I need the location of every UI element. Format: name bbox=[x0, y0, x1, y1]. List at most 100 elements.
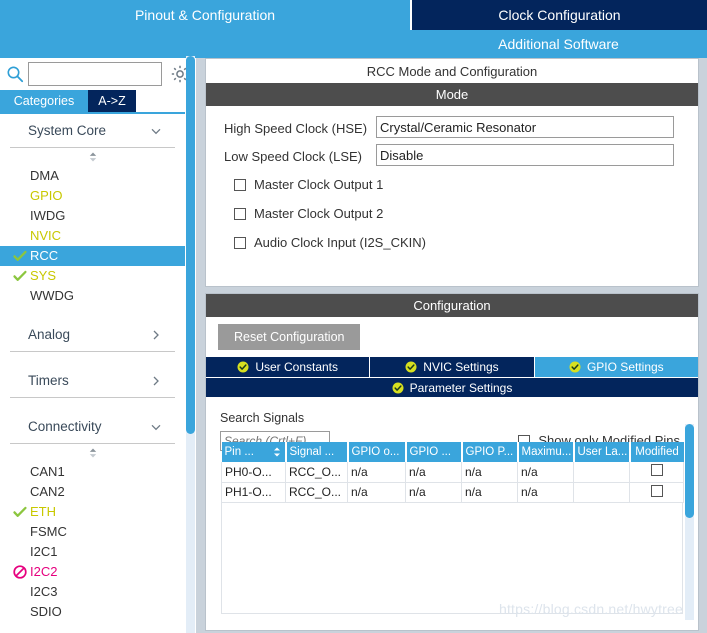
sidebar-item-fsmc[interactable]: FSMC bbox=[0, 522, 185, 542]
audio-clock-input-row[interactable]: Audio Clock Input (I2S_CKIN) bbox=[206, 228, 698, 257]
tab-user-constants[interactable]: User Constants bbox=[206, 357, 371, 377]
table-header-row: Pin ... Signal ... GPIO o... GPIO ... GP… bbox=[221, 442, 684, 462]
cell-signal: RCC_O... bbox=[285, 482, 348, 503]
sidebar-item-can1[interactable]: CAN1 bbox=[0, 462, 185, 482]
checkbox-icon[interactable] bbox=[650, 464, 663, 477]
configuration-tab-row-2: Parameter Settings bbox=[206, 377, 698, 397]
sidebar-item-i2c3[interactable]: I2C3 bbox=[0, 582, 185, 602]
sidebar-group-timers-label: Timers bbox=[28, 373, 69, 388]
audio-clock-input-label: Audio Clock Input (I2S_CKIN) bbox=[254, 235, 426, 250]
page-title: RCC Mode and Configuration bbox=[206, 59, 698, 83]
sidebar-item-gpio-label: GPIO bbox=[30, 188, 63, 203]
sort-arrow-icon[interactable] bbox=[272, 446, 282, 458]
sidebar-item-i2c3-label: I2C3 bbox=[30, 584, 58, 599]
reset-configuration-row: Reset Configuration bbox=[206, 317, 698, 357]
sidebar-item-can2[interactable]: CAN2 bbox=[0, 482, 185, 502]
tree-scroll-spinner[interactable] bbox=[0, 444, 185, 462]
tree-scroll-spinner[interactable] bbox=[0, 148, 185, 166]
cell-modified[interactable] bbox=[629, 462, 684, 483]
sidebar-item-rcc[interactable]: RCC bbox=[0, 246, 185, 266]
sidebar-item-nvic[interactable]: NVIC bbox=[0, 226, 185, 246]
peripheral-tree[interactable]: System Core DMA GPIO IWDG NVIC RCC SYS W… bbox=[0, 112, 185, 633]
column-header-pin-label: Pin ... bbox=[224, 446, 254, 458]
sidebar-item-i2c2[interactable]: I2C2 bbox=[0, 562, 185, 582]
tab-nvic-settings[interactable]: NVIC Settings bbox=[370, 357, 535, 377]
sidebar-item-wwdg[interactable]: WWDG bbox=[0, 286, 185, 306]
search-input[interactable] bbox=[28, 62, 162, 86]
sidebar-item-dma[interactable]: DMA bbox=[0, 166, 185, 186]
column-header-pin[interactable]: Pin ... bbox=[221, 442, 287, 462]
hse-value-field[interactable] bbox=[376, 116, 674, 138]
cell-maximum[interactable]: n/a bbox=[517, 462, 574, 483]
checkbox-icon[interactable] bbox=[234, 178, 246, 191]
master-clock-output-2-label: Master Clock Output 2 bbox=[254, 206, 384, 221]
cell-gpio-pull[interactable]: n/a bbox=[461, 462, 518, 483]
table-row[interactable]: PH0-O... RCC_O... n/a n/a n/a n/a bbox=[221, 462, 684, 483]
sidebar-item-eth[interactable]: ETH bbox=[0, 502, 185, 522]
column-header-modified[interactable]: Modified bbox=[629, 442, 684, 462]
column-header-maximum[interactable]: Maximu... bbox=[517, 442, 575, 462]
sidebar-item-i2c1[interactable]: I2C1 bbox=[0, 542, 185, 562]
tab-additional-software[interactable]: Additional Software bbox=[410, 30, 707, 58]
tab-pinout-configuration-label: Pinout & Configuration bbox=[134, 7, 276, 23]
cell-gpio-output[interactable]: n/a bbox=[347, 462, 406, 483]
table-row[interactable]: PH1-O... RCC_O... n/a n/a n/a n/a bbox=[221, 482, 684, 503]
search-icon bbox=[6, 65, 24, 83]
lse-field-row: Low Speed Clock (LSE) bbox=[206, 142, 698, 170]
tab-user-constants-label: User Constants bbox=[255, 360, 339, 374]
column-header-gpio-mode[interactable]: GPIO ... bbox=[405, 442, 463, 462]
rcc-mode-panel: RCC Mode and Configuration Mode High Spe… bbox=[205, 58, 699, 287]
checkbox-icon[interactable] bbox=[234, 236, 246, 249]
cell-gpio-output[interactable]: n/a bbox=[347, 482, 406, 503]
check-circle-icon bbox=[237, 361, 249, 373]
sidebar-group-system-core[interactable]: System Core bbox=[10, 114, 175, 148]
sidebar-mode-tabs: Categories A->Z bbox=[0, 90, 195, 112]
lse-value-field[interactable] bbox=[376, 144, 674, 166]
sidebar-item-iwdg[interactable]: IWDG bbox=[0, 206, 185, 226]
check-circle-icon bbox=[569, 361, 581, 373]
tab-a-to-z[interactable]: A->Z bbox=[88, 90, 136, 112]
tab-clock-configuration-label: Clock Configuration bbox=[498, 7, 621, 23]
column-header-signal[interactable]: Signal ... bbox=[285, 442, 349, 462]
cell-gpio-pull[interactable]: n/a bbox=[461, 482, 518, 503]
master-clock-output-2-row[interactable]: Master Clock Output 2 bbox=[206, 199, 698, 228]
pin-configuration-table[interactable]: Pin ... Signal ... GPIO o... GPIO ... GP… bbox=[221, 442, 684, 503]
master-clock-output-1-row[interactable]: Master Clock Output 1 bbox=[206, 170, 698, 199]
tab-pinout-configuration[interactable]: Pinout & Configuration bbox=[0, 0, 410, 30]
column-header-gpio-output[interactable]: GPIO o... bbox=[347, 442, 407, 462]
sidebar-group-analog[interactable]: Analog bbox=[10, 318, 175, 352]
tab-parameter-settings[interactable]: Parameter Settings bbox=[206, 378, 698, 397]
tab-gpio-settings[interactable]: GPIO Settings bbox=[534, 357, 698, 377]
sidebar-item-fsmc-label: FSMC bbox=[30, 524, 67, 539]
tab-categories-label: Categories bbox=[13, 94, 75, 108]
cell-user-label[interactable] bbox=[573, 462, 630, 483]
sidebar-item-sys[interactable]: SYS bbox=[0, 266, 185, 286]
cell-gpio-mode[interactable]: n/a bbox=[405, 462, 462, 483]
column-header-gpio-pull[interactable]: GPIO P... bbox=[461, 442, 519, 462]
column-header-user-label[interactable]: User La... bbox=[573, 442, 631, 462]
sidebar-item-dma-label: DMA bbox=[30, 168, 59, 183]
cell-maximum[interactable]: n/a bbox=[517, 482, 574, 503]
cell-modified[interactable] bbox=[629, 482, 684, 503]
sidebar-group-connectivity-label: Connectivity bbox=[28, 419, 102, 434]
checkbox-icon[interactable] bbox=[650, 484, 663, 497]
config-scrollbar-thumb[interactable] bbox=[685, 424, 694, 518]
sidebar-item-sdio[interactable]: SDIO bbox=[0, 602, 185, 622]
master-clock-output-1-label: Master Clock Output 1 bbox=[254, 177, 384, 192]
reset-configuration-button[interactable]: Reset Configuration bbox=[218, 324, 361, 350]
tab-a-to-z-label: A->Z bbox=[98, 94, 126, 108]
cell-user-label[interactable] bbox=[573, 482, 630, 503]
configuration-header: Configuration bbox=[206, 294, 698, 317]
cell-gpio-mode[interactable]: n/a bbox=[405, 482, 462, 503]
sidebar-scrollbar-thumb[interactable] bbox=[186, 56, 195, 434]
sidebar-item-can1-label: CAN1 bbox=[30, 464, 65, 479]
tab-clock-configuration[interactable]: Clock Configuration bbox=[410, 0, 707, 30]
sidebar-group-connectivity[interactable]: Connectivity bbox=[10, 410, 175, 444]
sidebar-item-gpio[interactable]: GPIO bbox=[0, 186, 185, 206]
check-icon bbox=[12, 248, 28, 264]
tab-categories[interactable]: Categories bbox=[0, 90, 88, 112]
checkbox-icon[interactable] bbox=[234, 207, 246, 220]
sidebar-group-timers[interactable]: Timers bbox=[10, 364, 175, 398]
chevron-right-icon bbox=[149, 374, 163, 388]
